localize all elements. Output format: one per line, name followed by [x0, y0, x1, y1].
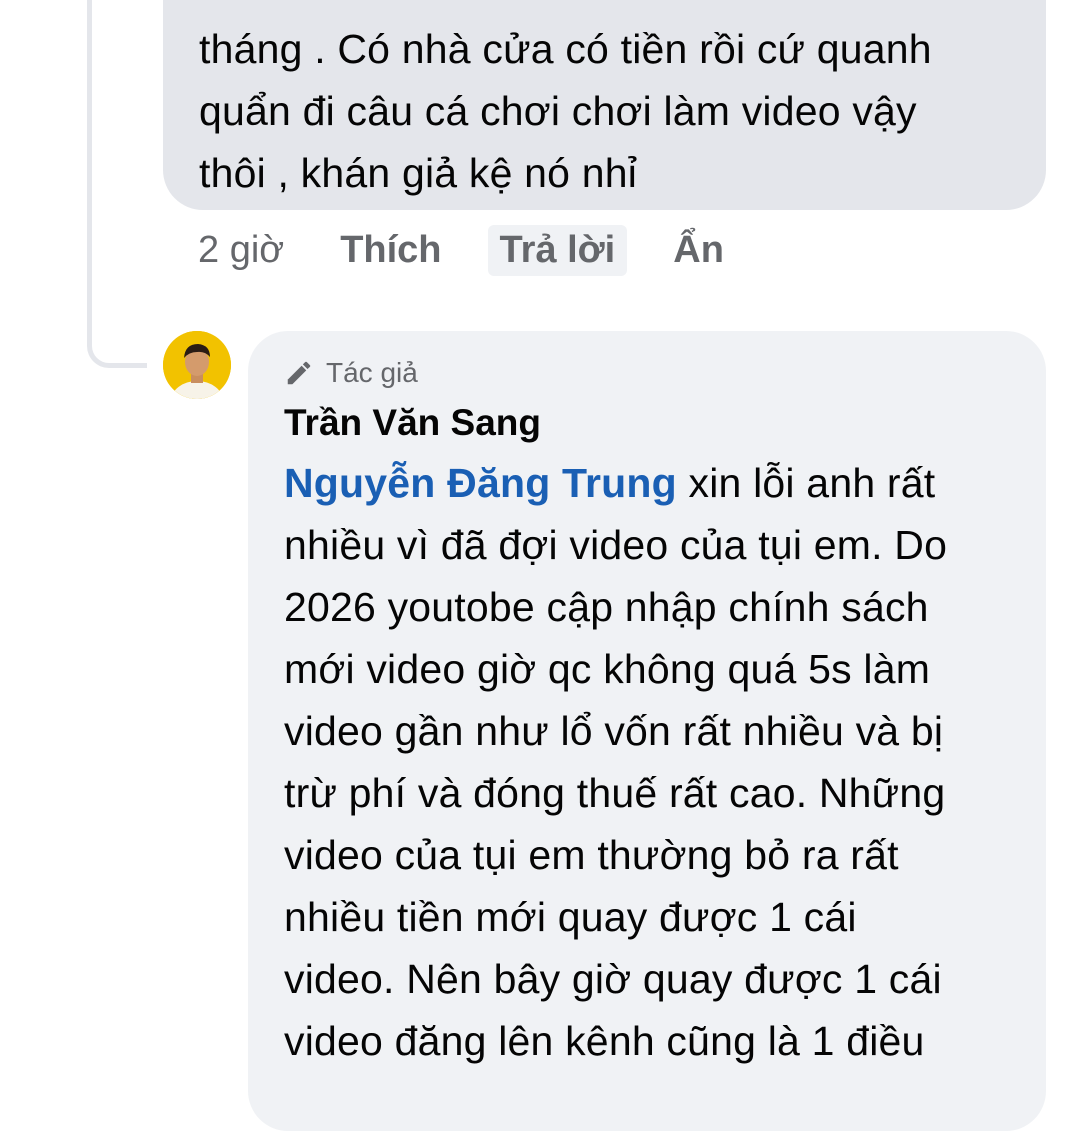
reply-body-text: xin lỗi anh rất nhiều vì đã đợi video củ…	[284, 460, 948, 1064]
avatar-image	[163, 331, 231, 399]
thread-connector-line	[87, 0, 92, 340]
reply-author-name[interactable]: Trần Văn Sang	[284, 397, 1026, 449]
author-badge: Tác giả	[284, 353, 1026, 393]
pencil-icon	[287, 361, 311, 385]
author-badge-label: Tác giả	[326, 357, 418, 388]
hide-button[interactable]: Ẩn	[673, 229, 724, 272]
mention-link[interactable]: Nguyễn Đăng Trung	[284, 460, 677, 506]
thread-connector-curve	[87, 318, 147, 368]
like-button[interactable]: Thích	[340, 229, 441, 272]
comment-timestamp[interactable]: 2 giờ	[198, 229, 284, 272]
parent-comment-actions: 2 giờ Thích Trả lời Ẩn	[198, 222, 724, 278]
parent-comment-text: tháng . Có nhà cửa có tiền rồi cứ quanh …	[199, 26, 932, 196]
reply-button[interactable]: Trả lời	[487, 224, 628, 276]
reply-comment-text: Nguyễn Đăng Trung xin lỗi anh rất nhiều …	[284, 452, 1026, 1072]
reply-comment-bubble: Tác giả Trần Văn Sang Nguyễn Đăng Trung …	[248, 331, 1046, 1131]
parent-comment-bubble: tháng . Có nhà cửa có tiền rồi cứ quanh …	[163, 0, 1046, 210]
avatar[interactable]	[163, 331, 231, 399]
